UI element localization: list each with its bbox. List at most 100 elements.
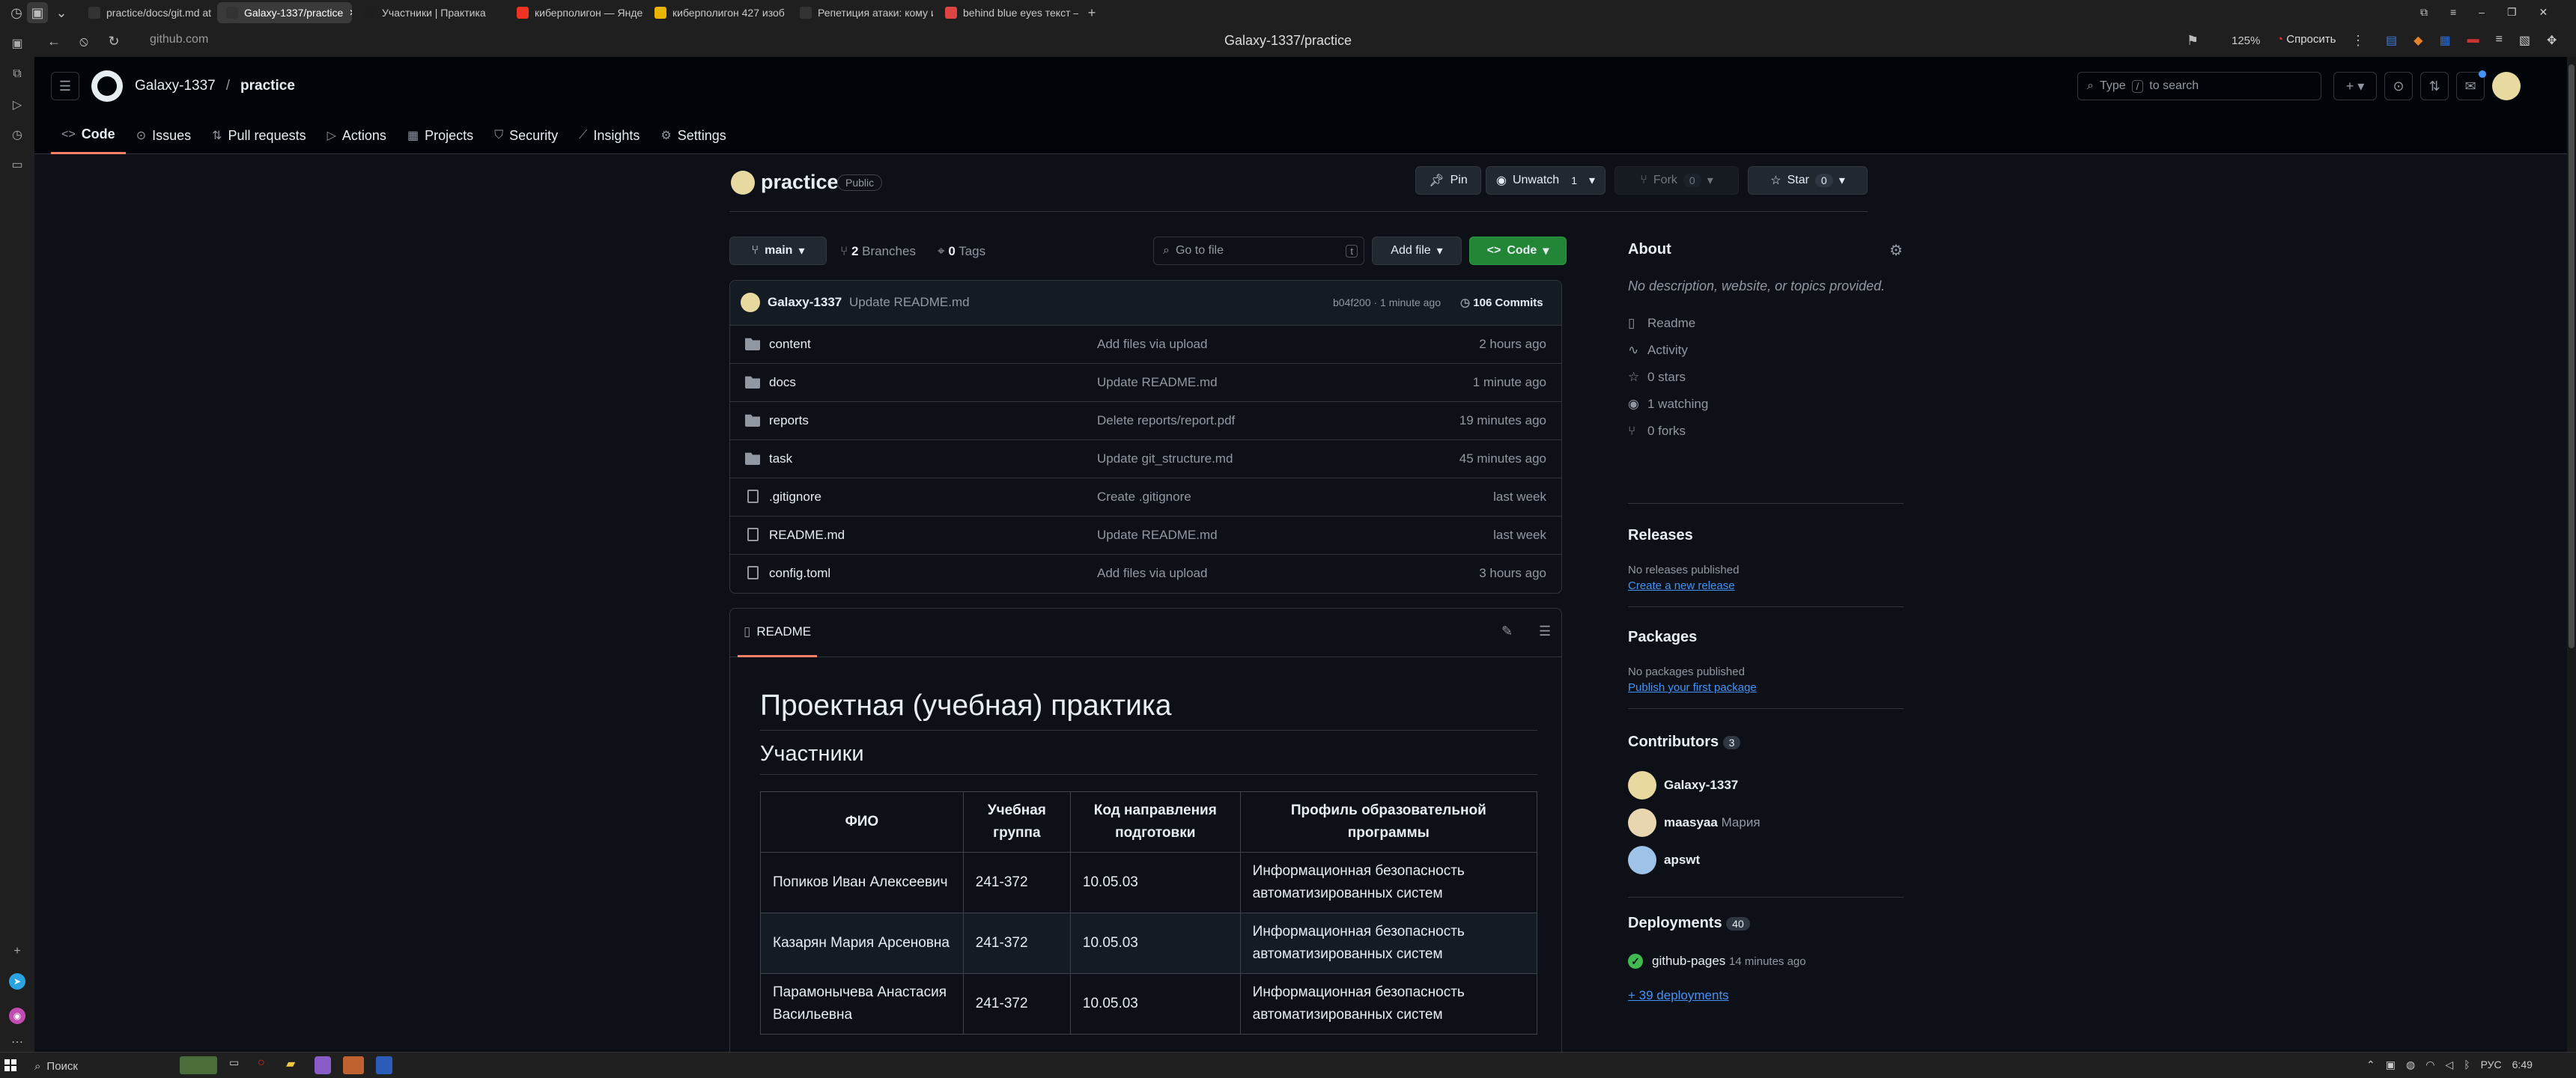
tab-settings[interactable]: ⚙ Settings [650,117,736,154]
browser-tab[interactable]: Участники | Практика [355,2,505,23]
create-new-button[interactable]: + ▾ [2333,72,2377,100]
close-icon[interactable]: ✕ [2539,6,2548,19]
play-icon[interactable]: ▷ [9,97,25,114]
add-file-button[interactable]: Add file ▾ [1372,237,1462,265]
tab-pull-requests[interactable]: ⇅ Pull requests [201,117,316,154]
panel-icon[interactable]: ▭ [9,157,25,174]
breadcrumb-owner[interactable]: Galaxy-1337 [135,78,216,94]
table-row[interactable]: task Update git_structure.md 45 minutes … [730,440,1561,478]
pull-requests-icon[interactable]: ⇅ [2420,72,2449,100]
extension-slider-icon[interactable]: ≡ [2496,33,2503,48]
file-commit-message[interactable]: Add files via upload [1097,566,1207,581]
commit-hash-time[interactable]: b04f200 · 1 minute ago [1333,296,1441,308]
new-tab-button[interactable]: + [1081,2,1102,23]
more-deployments-link[interactable]: + 39 deployments [1628,988,1729,1003]
contributor-avatar[interactable] [1628,808,1656,837]
deployments-title[interactable]: Deployments 40 [1628,915,1750,932]
ask-button[interactable]: ◔ Спросить [2276,33,2336,46]
menu-dots-icon[interactable]: ⋮ [2351,33,2365,49]
chevron-down-icon[interactable]: ⌄ [51,2,72,23]
browser-tab[interactable]: Репетиция атаки: кому и [791,2,933,23]
add-panel-icon[interactable]: + [9,945,25,961]
opera-icon[interactable]: ○ [258,1056,274,1074]
bluetooth-icon[interactable]: ᛒ [2464,1059,2470,1071]
inbox-icon[interactable]: ✉ [2456,70,2486,100]
create-release-link[interactable]: Create a new release [1628,579,1735,592]
tags-link[interactable]: ⌖ 0 Tags [938,244,985,259]
file-commit-message[interactable]: Update README.md [1097,375,1218,390]
github-logo-icon[interactable] [91,70,123,102]
table-row[interactable]: README.md Update README.md last week [730,517,1561,555]
table-row[interactable]: config.toml Add files via upload 3 hours… [730,555,1561,593]
releases-title[interactable]: Releases [1628,527,1693,544]
tab-issues[interactable]: ⊙ Issues [126,117,201,154]
tab-security[interactable]: ⛉ Security [484,117,568,154]
user-avatar[interactable] [2492,72,2521,100]
contributor-name[interactable]: maasyaa Мария [1664,815,1761,830]
close-tab-icon[interactable]: ✕ [349,7,352,18]
tray-icon[interactable]: ▣ [2386,1059,2396,1071]
about-item[interactable]: ☆ 0 stars [1628,370,1686,385]
extension-red-icon[interactable]: ▬ [2467,33,2479,48]
outline-icon[interactable]: ☰ [1539,624,1551,639]
task-view-icon[interactable]: ▭ [229,1056,246,1074]
minimize-icon[interactable]: – [2479,6,2485,19]
file-name[interactable]: content [769,337,811,352]
workspace-icon[interactable]: ▣ [27,2,48,23]
tab-insights[interactable]: ⟋ Insights [568,117,650,154]
about-item[interactable]: ⑂ 0 forks [1628,424,1686,439]
more-icon[interactable]: ⋯ [9,1035,25,1051]
file-name[interactable]: task [769,451,792,466]
screenshot-icon[interactable]: ⧉ [2420,6,2428,19]
fox-extension-icon[interactable]: ◆ [2414,33,2422,48]
breadcrumb-repo[interactable]: practice [240,78,295,94]
tray-clock[interactable]: 6:49 [2512,1059,2533,1071]
file-commit-message[interactable]: Update git_structure.md [1097,451,1233,466]
packages-title[interactable]: Packages [1628,629,1697,646]
branch-select[interactable]: ⑂ main ▾ [729,237,827,265]
pin-button[interactable]: 📌︎ Pin [1415,166,1481,195]
file-name[interactable]: .gitignore [769,490,821,505]
telegram-icon[interactable]: ➤ [9,973,25,990]
contributor-avatar[interactable] [1628,846,1656,874]
downloads-icon[interactable]: ▧ [2519,33,2530,48]
file-name[interactable]: reports [769,413,809,428]
browser-menu-icon[interactable]: ≡ [2450,6,2456,19]
contributor-name[interactable]: Galaxy-1337 [1664,778,1738,793]
extension-rail-icon[interactable]: ▣ [9,36,25,52]
commit-author[interactable]: Galaxy-1337 [768,295,842,310]
history-icon[interactable]: ◷ [6,2,27,23]
bookmark-icon[interactable]: ⚑ [2187,33,2199,49]
readme-tab[interactable]: ▯ README [738,609,818,657]
browser-tab[interactable]: practice/docs/git.md at m [79,2,214,23]
alice-icon[interactable]: ◉ [9,1008,25,1024]
file-name[interactable]: README.md [769,528,845,543]
publish-package-link[interactable]: Publish your first package [1628,681,1757,694]
word-icon[interactable] [376,1056,392,1074]
windows-start-icon[interactable] [4,1059,16,1071]
browser-app-icon[interactable] [315,1056,331,1074]
star-button[interactable]: ☆ Star 0 ▾ [1748,166,1868,195]
issues-icon[interactable]: ⊙ [2384,72,2413,100]
zoom-level[interactable]: 125% [2232,34,2260,47]
browser-tab[interactable]: киберполигон 427 изоб [645,2,788,23]
translate-icon[interactable]: ▤ [2386,33,2397,48]
commit-message[interactable]: Update README.md [849,295,970,310]
fork-button[interactable]: ⑂ Fork 0 ▾ [1614,166,1739,195]
browser-tab[interactable]: behind blue eyes текст — [936,2,1078,23]
tab-code[interactable]: <> Code [51,117,126,154]
file-name[interactable]: docs [769,375,796,390]
history-rail-icon[interactable]: ◷ [9,127,25,144]
menu-hamburger-icon[interactable]: ☰ [51,72,79,100]
code-button[interactable]: <> Code ▾ [1469,237,1567,265]
collections-icon[interactable]: ⧉ [9,67,25,84]
table-row[interactable]: content Add files via upload 2 hours ago [730,326,1561,364]
scrollbar-thumb[interactable] [2569,64,2575,648]
explorer-icon[interactable]: ▰ [286,1056,303,1074]
branches-link[interactable]: ⑂ 2 Branches [840,244,916,259]
network-icon[interactable]: ◠ [2425,1059,2434,1071]
search-input[interactable]: ⌕ Type / to search [2077,72,2321,100]
browser-tab[interactable]: Galaxy-1337/practice ✕ [217,2,352,23]
browser-tab[interactable]: киберполигон — Яндекс [508,2,643,23]
about-gear-icon[interactable]: ⚙ [1889,241,1903,260]
